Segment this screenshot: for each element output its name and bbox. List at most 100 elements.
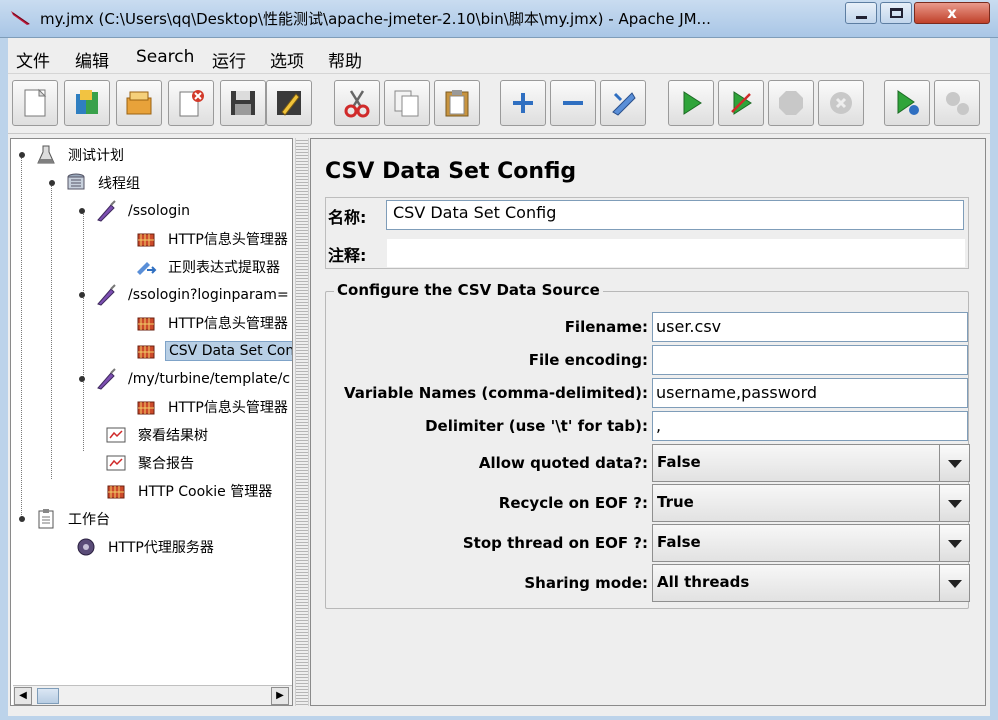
tree-item-csv-data-set-config[interactable]: CSV Data Set Config	[135, 338, 292, 364]
filename-label: Filename:	[564, 318, 648, 336]
test-plan-icon	[37, 145, 55, 164]
tree-item-workbench[interactable]: 工作台	[17, 506, 113, 532]
toolbar	[8, 74, 990, 134]
sharing-mode-select[interactable]: All threads	[652, 564, 970, 602]
menu-run[interactable]: 运行	[212, 47, 246, 72]
delimiter-input[interactable]: ,	[652, 411, 968, 441]
menu-help[interactable]: 帮助	[328, 47, 362, 72]
allow-quoted-label: Allow quoted data?:	[478, 454, 648, 472]
tree-item-label: 察看结果树	[138, 428, 208, 444]
recycle-on-eof-select[interactable]: True	[652, 484, 970, 522]
save-as-icon	[277, 91, 301, 116]
menu-edit[interactable]: 编辑	[75, 47, 109, 72]
menu-file[interactable]: 文件	[16, 47, 50, 72]
chevron-down-icon[interactable]	[939, 485, 969, 521]
cut-button[interactable]	[334, 80, 380, 126]
chevron-down-icon[interactable]	[939, 445, 969, 481]
remote-start-icon	[897, 90, 919, 115]
tree-toggle-icon[interactable]	[47, 178, 57, 188]
comment-label: 注释:	[328, 246, 367, 265]
group-title: Configure the CSV Data Source	[334, 281, 603, 299]
tree-item-results-tree[interactable]: 察看结果树	[105, 422, 211, 448]
tree-item-proxy-server[interactable]: HTTP代理服务器	[75, 534, 217, 560]
remote-stop-icon	[946, 92, 969, 115]
tree-toggle-icon[interactable]	[17, 514, 27, 524]
tree-item-sampler[interactable]: /ssologin	[77, 198, 193, 224]
close-file-button[interactable]	[168, 80, 214, 126]
new-button[interactable]	[12, 80, 58, 126]
scroll-thumb[interactable]	[37, 688, 59, 704]
filename-input[interactable]: user.csv	[652, 312, 968, 342]
save-icon	[231, 91, 255, 115]
copy-button[interactable]	[384, 80, 430, 126]
menu-search[interactable]: Search	[136, 47, 194, 67]
file-encoding-label: File encoding:	[528, 351, 648, 369]
tree-item-label: HTTP信息头管理器	[168, 232, 288, 248]
tree-item-cookie-manager[interactable]: HTTP Cookie 管理器	[105, 478, 275, 504]
tree-item-label: HTTP信息头管理器	[168, 316, 288, 332]
tree-horizontal-scrollbar[interactable]: ◀ ▶	[13, 685, 292, 705]
tree-item-header-manager[interactable]: HTTP信息头管理器	[135, 226, 291, 252]
tree-item-label: 正则表达式提取器	[168, 260, 280, 276]
remote-start-button[interactable]	[884, 80, 930, 126]
start-icon	[683, 91, 702, 115]
shutdown-icon	[830, 92, 852, 114]
start-no-timers-button[interactable]	[718, 80, 764, 126]
variable-names-input[interactable]: username,password	[652, 378, 968, 408]
test-plan-tree: 测试计划 线程组 /ssologin HTTP信息头管理器 正则表达式提取器 /…	[10, 138, 293, 706]
expand-all-button[interactable]	[500, 80, 546, 126]
tree-item-aggregate-report[interactable]: 聚合报告	[105, 450, 197, 476]
chevron-down-icon[interactable]	[939, 525, 969, 561]
save-as-button[interactable]	[266, 80, 312, 126]
remote-stop-button	[934, 80, 980, 126]
templates-button[interactable]	[64, 80, 110, 126]
sampler-icon	[97, 200, 116, 222]
comment-field[interactable]	[386, 238, 966, 268]
window-title: my.jmx (C:\Users\qq\Desktop\性能测试\apache-…	[40, 10, 711, 28]
collapse-all-button[interactable]	[550, 80, 596, 126]
start-button[interactable]	[668, 80, 714, 126]
sampler-icon	[97, 284, 116, 306]
tree-item-sampler[interactable]: /my/turbine/template/c	[77, 366, 292, 392]
tree-toggle-icon[interactable]	[17, 150, 27, 160]
tree-item-test-plan[interactable]: 测试计划	[17, 142, 127, 168]
scroll-left-icon[interactable]: ◀	[14, 687, 32, 705]
tree-toggle-icon[interactable]	[77, 206, 87, 216]
paste-button[interactable]	[434, 80, 480, 126]
tree-item-header-manager[interactable]: HTTP信息头管理器	[135, 310, 291, 336]
close-file-icon	[179, 90, 204, 117]
config-element-icon	[137, 401, 155, 415]
config-element-icon	[137, 233, 155, 247]
tree-toggle-icon[interactable]	[77, 374, 87, 384]
toggle-button[interactable]	[600, 80, 646, 126]
minimize-button[interactable]	[845, 2, 877, 24]
scroll-right-icon[interactable]: ▶	[271, 687, 289, 705]
tree-toggle-icon[interactable]	[77, 290, 87, 300]
tree-item-label: CSV Data Set Config	[165, 341, 292, 361]
open-button[interactable]	[116, 80, 162, 126]
workbench-icon	[38, 509, 54, 529]
maximize-button[interactable]	[880, 2, 912, 24]
maximize-icon	[890, 8, 903, 18]
start-no-timers-icon	[731, 91, 752, 115]
file-encoding-input[interactable]	[652, 345, 968, 375]
tree-item-header-manager[interactable]: HTTP信息头管理器	[135, 394, 291, 420]
menu-options[interactable]: 选项	[270, 47, 304, 72]
save-button[interactable]	[220, 80, 266, 126]
tree-item-sampler[interactable]: /ssologin?loginparam=	[77, 282, 292, 308]
listener-icon	[106, 427, 126, 443]
combo-value: True	[657, 493, 694, 511]
split-pane-divider[interactable]	[295, 138, 309, 706]
allow-quoted-select[interactable]: False	[652, 444, 970, 482]
name-label: 名称:	[328, 208, 367, 227]
chevron-down-icon[interactable]	[939, 565, 969, 601]
tree-item-label: 工作台	[68, 512, 110, 528]
tree-item-thread-group[interactable]: 线程组	[47, 170, 143, 196]
tree-item-regex-extractor[interactable]: 正则表达式提取器	[135, 254, 283, 280]
close-button[interactable]: x	[914, 2, 990, 24]
tree-item-label: HTTP Cookie 管理器	[138, 484, 273, 500]
new-file-icon	[24, 88, 47, 117]
name-field[interactable]: CSV Data Set Config	[386, 200, 964, 230]
stop-thread-on-eof-select[interactable]: False	[652, 524, 970, 562]
combo-value: False	[657, 453, 701, 471]
